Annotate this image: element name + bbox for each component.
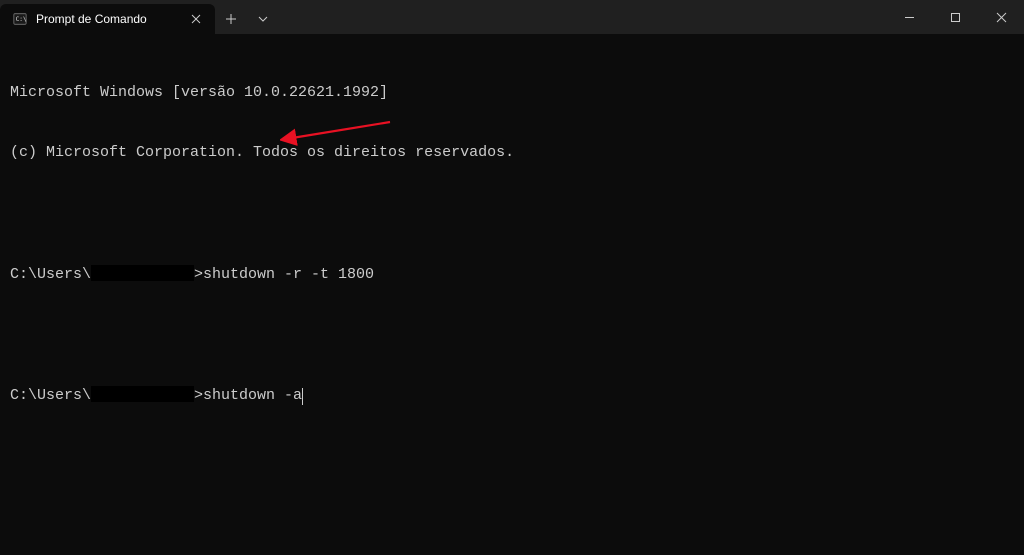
window-controls: [886, 0, 1024, 34]
command-1: shutdown -r -t 1800: [203, 266, 374, 283]
prompt1-suffix: >: [194, 266, 203, 283]
command-2: shutdown -a: [203, 387, 302, 404]
text-cursor: [302, 388, 303, 405]
prompt1-prefix: C:\Users\: [10, 266, 91, 283]
close-window-button[interactable]: [978, 0, 1024, 34]
prompt2-suffix: >: [194, 387, 203, 404]
maximize-button[interactable]: [932, 0, 978, 34]
minimize-button[interactable]: [886, 0, 932, 34]
redacted-user-2: [91, 386, 194, 402]
copyright-line: (c) Microsoft Corporation. Todos os dire…: [10, 143, 1014, 163]
prompt2-prefix: C:\Users\: [10, 387, 91, 404]
tab-title: Prompt de Comando: [36, 12, 179, 26]
svg-text:C:\: C:\: [16, 16, 27, 23]
prompt-line-2: C:\Users\ >shutdown -a: [10, 386, 1014, 406]
blank-line: [10, 204, 1014, 224]
cmd-icon: C:\: [12, 11, 28, 27]
redacted-user-1: [91, 265, 194, 281]
version-line: Microsoft Windows [versão 10.0.22621.199…: [10, 83, 1014, 103]
terminal-output[interactable]: Microsoft Windows [versão 10.0.22621.199…: [0, 34, 1024, 475]
title-bar-left: C:\ Prompt de Comando: [0, 0, 279, 34]
new-tab-button[interactable]: [215, 4, 247, 34]
blank-line: [10, 325, 1014, 345]
tab-close-button[interactable]: [187, 10, 205, 28]
tab-dropdown-button[interactable]: [247, 4, 279, 34]
title-bar: C:\ Prompt de Comando: [0, 0, 1024, 34]
prompt-line-1: C:\Users\ >shutdown -r -t 1800: [10, 265, 1014, 285]
terminal-tab[interactable]: C:\ Prompt de Comando: [0, 4, 215, 34]
